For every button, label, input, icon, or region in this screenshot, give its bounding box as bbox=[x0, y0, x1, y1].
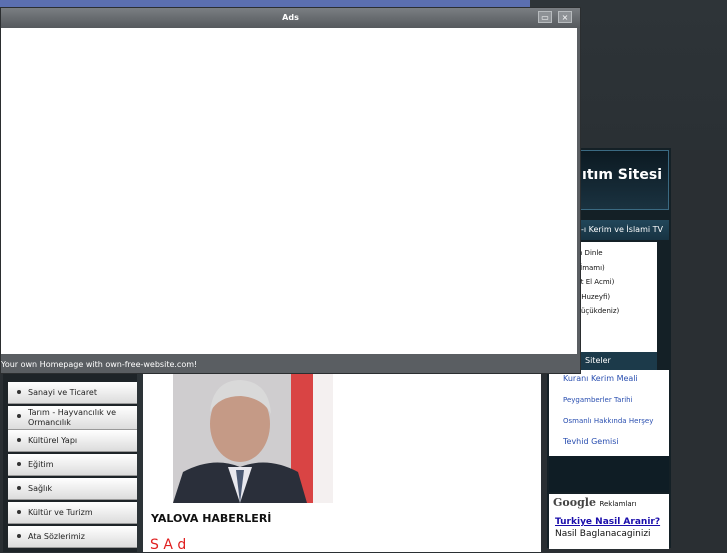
ads-window-titlebar[interactable]: Ads bbox=[1, 8, 580, 28]
bullet-icon bbox=[17, 462, 21, 466]
bullet-icon bbox=[17, 534, 21, 538]
ad-link[interactable]: Turkiye Nasil Aranir? bbox=[549, 509, 669, 527]
google-ads-logo: Google Reklamları bbox=[553, 496, 637, 509]
nav-item-tarim[interactable]: Tarım - Hayvancılık ve Ormancılık bbox=[8, 406, 138, 430]
ads-footer-link[interactable]: Your own Homepage with own-free-website.… bbox=[1, 357, 580, 372]
google-ads-box: Google Reklamları Turkiye Nasil Aranir? … bbox=[549, 494, 669, 549]
close-icon[interactable]: × bbox=[558, 11, 572, 23]
site-link[interactable]: Kuranı Kerim Meali bbox=[549, 374, 638, 383]
nav-item-kulturel-yapi[interactable]: Kültürel Yapı bbox=[8, 430, 138, 452]
nav-item-saglik[interactable]: Sağlık bbox=[8, 478, 138, 500]
bullet-icon bbox=[17, 390, 21, 394]
news-photo[interactable] bbox=[173, 372, 333, 503]
bullet-icon bbox=[17, 486, 21, 490]
bullet-icon bbox=[17, 414, 21, 418]
sites-links-box: Kuranı Kerim Meali Peygamberler Tarihi O… bbox=[549, 370, 669, 456]
left-nav: Sanayi ve Ticaret Tarım - Hayvancılık ve… bbox=[3, 372, 138, 552]
news-heading: YALOVA HABERLERİ bbox=[151, 512, 272, 525]
portrait-image bbox=[173, 372, 333, 503]
ad-text: Nasil Baglanacaginizi bbox=[555, 529, 651, 539]
nav-item-kultur-turizm[interactable]: Kültür ve Turizm bbox=[8, 502, 138, 524]
bullet-icon bbox=[17, 438, 21, 442]
site-link[interactable]: Osmanlı Hakkında Herşey bbox=[549, 417, 653, 425]
bullet-icon bbox=[17, 510, 21, 514]
ads-content-area bbox=[1, 28, 577, 354]
site-link[interactable]: Peygamberler Tarihi bbox=[549, 396, 633, 404]
nav-item-egitim[interactable]: Eğitim bbox=[8, 454, 138, 476]
site-link[interactable]: Tevhid Gemisi bbox=[549, 437, 619, 446]
minimize-icon[interactable]: ▭ bbox=[538, 11, 552, 23]
ads-popup-window[interactable]: Ads ▭ × Your own Homepage with own-free-… bbox=[0, 7, 581, 374]
nav-item-sanayi[interactable]: Sanayi ve Ticaret bbox=[8, 382, 138, 404]
right-column-spacer bbox=[549, 456, 669, 492]
news-headline-link[interactable]: S A d bbox=[150, 537, 186, 553]
